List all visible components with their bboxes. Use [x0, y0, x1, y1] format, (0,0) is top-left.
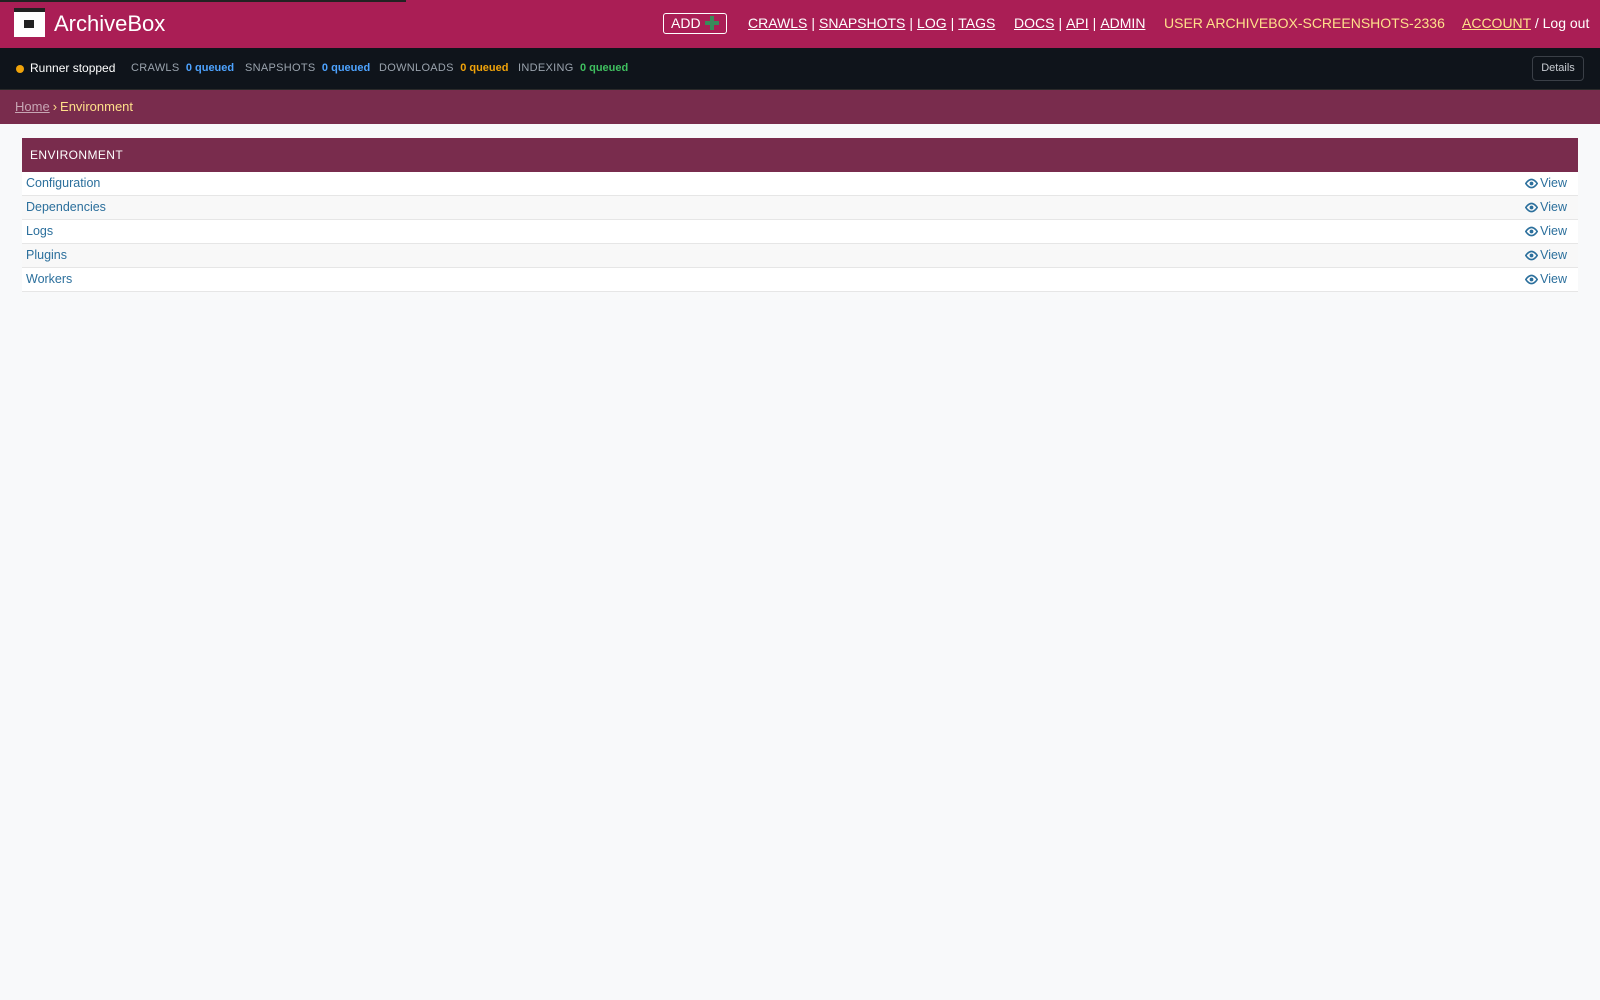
archivebox-logo-icon[interactable]	[14, 8, 45, 37]
downloads-queue-count: 0 queued	[460, 62, 509, 74]
row-link-logs[interactable]: Logs	[26, 224, 53, 238]
crawls-queue-count: 0 queued	[185, 62, 235, 74]
module-rows: Configuration View Dependencies View Log…	[22, 172, 1578, 292]
indexing-queue-count: 0 queued	[579, 62, 629, 74]
view-link[interactable]: View	[1524, 248, 1567, 262]
details-button[interactable]: Details	[1532, 56, 1584, 81]
indexing-queue-status: INDEXING 0 queued	[518, 62, 629, 74]
runner-status-dot-icon	[16, 65, 24, 73]
view-link[interactable]: View	[1524, 272, 1567, 286]
nav-admin-link[interactable]: ADMIN	[1100, 15, 1145, 31]
eye-icon	[1524, 274, 1539, 285]
loading-progress-bar	[0, 0, 406, 2]
top-header: ArchiveBox ADD CRAWLS | SNAPSHOTS | LOG | TAGS…	[0, 0, 1600, 48]
table-row: Logs View	[22, 220, 1578, 244]
primary-nav: CRAWLS | SNAPSHOTS | LOG | TAGS	[748, 15, 996, 31]
table-row: Plugins View	[22, 244, 1578, 268]
account-links: ACCOUNT / Log out	[1462, 15, 1589, 31]
account-separator: /	[1534, 15, 1539, 31]
logout-link[interactable]: Log out	[1543, 15, 1590, 31]
brand-title[interactable]: ArchiveBox	[54, 11, 165, 37]
account-link[interactable]: ACCOUNT	[1462, 15, 1531, 31]
view-link[interactable]: View	[1524, 224, 1567, 238]
eye-icon	[1524, 250, 1539, 261]
runner-status-text: Runner stopped	[30, 61, 116, 75]
secondary-nav: DOCS | API | ADMIN	[1014, 15, 1146, 31]
breadcrumb-separator: ›	[52, 99, 58, 114]
table-row: Configuration View	[22, 172, 1578, 196]
current-user-label: USER ARCHIVEBOX-SCREENSHOTS-2336	[1164, 15, 1445, 31]
runner-status-bar: Runner stopped CRAWLS 0 queued SNAPSHOTS…	[0, 48, 1600, 90]
table-row: Dependencies View	[22, 196, 1578, 220]
plus-icon	[704, 16, 719, 30]
add-button-label: ADD	[671, 15, 701, 31]
eye-icon	[1524, 202, 1539, 213]
nav-docs-link[interactable]: DOCS	[1014, 15, 1054, 31]
nav-snapshots-link[interactable]: SNAPSHOTS	[819, 15, 905, 31]
table-row: Workers View	[22, 268, 1578, 292]
nav-log-link[interactable]: LOG	[917, 15, 947, 31]
environment-module: ENVIRONMENT Configuration View Dependenc…	[22, 138, 1578, 292]
snapshots-queue-count: 0 queued	[321, 62, 371, 74]
nav-tags-link[interactable]: TAGS	[958, 15, 995, 31]
add-button[interactable]: ADD	[663, 13, 727, 34]
eye-icon	[1524, 226, 1539, 237]
nav-crawls-link[interactable]: CRAWLS	[748, 15, 807, 31]
breadcrumb: Home › Environment	[0, 90, 1600, 124]
module-title: ENVIRONMENT	[22, 138, 1578, 172]
eye-icon	[1524, 178, 1539, 189]
row-link-plugins[interactable]: Plugins	[26, 248, 67, 262]
row-link-configuration[interactable]: Configuration	[26, 176, 100, 190]
breadcrumb-home-link[interactable]: Home	[15, 99, 50, 114]
crawls-queue-status: CRAWLS 0 queued	[131, 62, 235, 74]
downloads-queue-status: DOWNLOADS 0 queued	[379, 62, 509, 74]
view-link[interactable]: View	[1524, 176, 1567, 190]
view-link[interactable]: View	[1524, 200, 1567, 214]
row-link-workers[interactable]: Workers	[26, 272, 72, 286]
breadcrumb-current: Environment	[60, 99, 134, 114]
nav-api-link[interactable]: API	[1066, 15, 1089, 31]
row-link-dependencies[interactable]: Dependencies	[26, 200, 106, 214]
snapshots-queue-status: SNAPSHOTS 0 queued	[245, 62, 371, 74]
